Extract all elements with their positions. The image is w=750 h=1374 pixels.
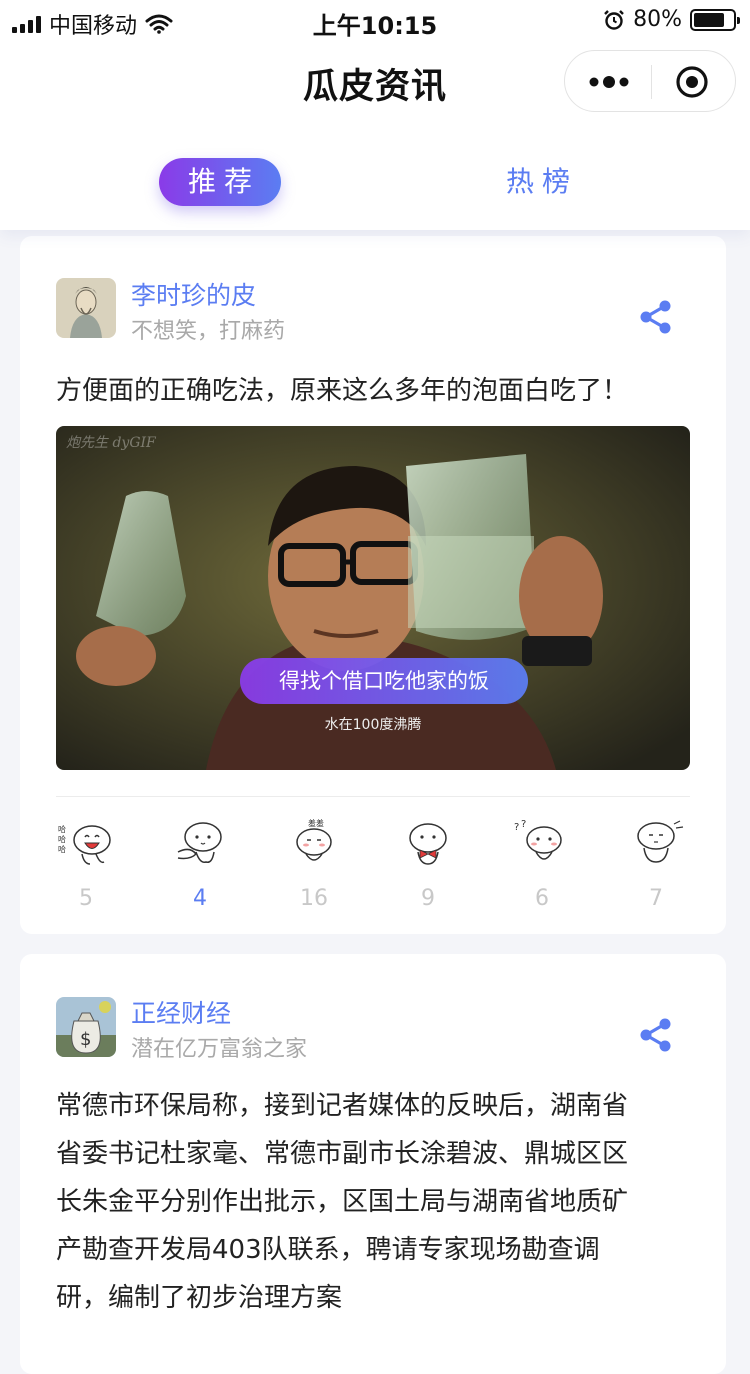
reaction-count: 9 bbox=[421, 886, 435, 911]
gif-watermark: 炮先生 dyGIF bbox=[66, 435, 156, 451]
share-icon[interactable] bbox=[637, 298, 675, 336]
svg-text:哈: 哈 bbox=[58, 834, 66, 844]
author-name[interactable]: 正经财经 bbox=[131, 994, 231, 1030]
author-avatar[interactable] bbox=[56, 278, 116, 338]
author-avatar[interactable]: $ bbox=[56, 997, 116, 1057]
author-subtitle: 潜在亿万富翁之家 bbox=[131, 1037, 308, 1062]
more-icon[interactable] bbox=[587, 71, 631, 93]
post-title-line: 产勘查开发局403队联系，聘请专家现场勘查调 bbox=[56, 1235, 600, 1265]
bowtie-emoji-icon[interactable] bbox=[398, 818, 458, 868]
post-title-line: 常德市环保局称，接到记者媒体的反映后，湖南省 bbox=[56, 1091, 629, 1121]
svg-text:$: $ bbox=[80, 1029, 91, 1050]
miniprogram-capsule bbox=[564, 50, 736, 112]
sweat-emoji-icon[interactable] bbox=[626, 818, 686, 868]
media-overlay-label: 得找个借口吃他家的饭 bbox=[240, 658, 528, 704]
media-caption: 水在100度沸腾 bbox=[324, 717, 422, 733]
money-bag-image: $ bbox=[56, 997, 116, 1057]
post-card[interactable]: $ 正经财经 潜在亿万富翁之家 常德市环保局称，接到记者媒体的反映后，湖南省 省… bbox=[20, 954, 726, 1374]
reaction-count: 5 bbox=[79, 886, 93, 911]
confused-emoji-icon[interactable]: ?? bbox=[512, 818, 572, 868]
svg-text:?: ? bbox=[514, 822, 519, 833]
status-bar: 中国移动 上午10:15 80% bbox=[0, 0, 750, 42]
close-target-icon[interactable] bbox=[675, 65, 709, 99]
reaction-count: 4 bbox=[193, 886, 207, 911]
divider bbox=[56, 796, 690, 797]
alarm-icon bbox=[604, 9, 624, 30]
tab-recommend[interactable]: 推荐 bbox=[159, 158, 281, 206]
post-title-line: 长朱金平分别作出批示，区国土局与湖南省地质矿 bbox=[56, 1187, 629, 1217]
battery-icon bbox=[690, 8, 740, 31]
reaction-count: 16 bbox=[300, 886, 328, 911]
tab-hot[interactable]: 热榜 bbox=[477, 158, 599, 206]
svg-text:哈: 哈 bbox=[58, 844, 66, 854]
svg-text:羞羞: 羞羞 bbox=[308, 818, 324, 828]
battery-percent: 80% bbox=[633, 7, 682, 32]
shy-emoji-icon[interactable]: 羞羞 bbox=[284, 818, 344, 868]
author-subtitle: 不想笑，打麻药 bbox=[131, 319, 286, 344]
clap-emoji-icon[interactable] bbox=[170, 818, 230, 868]
svg-text:哈: 哈 bbox=[58, 824, 66, 834]
reaction-count: 7 bbox=[649, 886, 663, 911]
top-bar: 中国移动 上午10:15 80% 瓜皮资讯 推荐 热榜 bbox=[0, 0, 750, 230]
post-title-line: 省委书记杜家毫、常德市副市长涂碧波、鼎城区区 bbox=[56, 1139, 629, 1169]
haha-emoji-icon[interactable]: 哈哈哈 bbox=[56, 818, 116, 868]
post-card[interactable]: 李时珍的皮 不想笑，打麻药 方便面的正确吃法，原来这么多年的泡面白吃了！ 炮先生… bbox=[20, 236, 726, 934]
post-media[interactable]: 炮先生 dyGIF 得找个借口吃他家的饭 水在100度沸腾 bbox=[56, 426, 690, 770]
author-name[interactable]: 李时珍的皮 bbox=[131, 276, 256, 312]
post-title-line: 研，编制了初步治理方案 bbox=[56, 1283, 343, 1313]
capsule-divider bbox=[651, 65, 652, 99]
svg-text:?: ? bbox=[521, 819, 526, 830]
portrait-image bbox=[56, 278, 116, 338]
post-title[interactable]: 方便面的正确吃法，原来这么多年的泡面白吃了！ bbox=[56, 370, 696, 407]
post-title[interactable]: 常德市环保局称，接到记者媒体的反映后，湖南省 省委书记杜家毫、常德市副市长涂碧波… bbox=[56, 1082, 696, 1322]
reaction-count: 6 bbox=[535, 886, 549, 911]
share-icon[interactable] bbox=[637, 1016, 675, 1054]
